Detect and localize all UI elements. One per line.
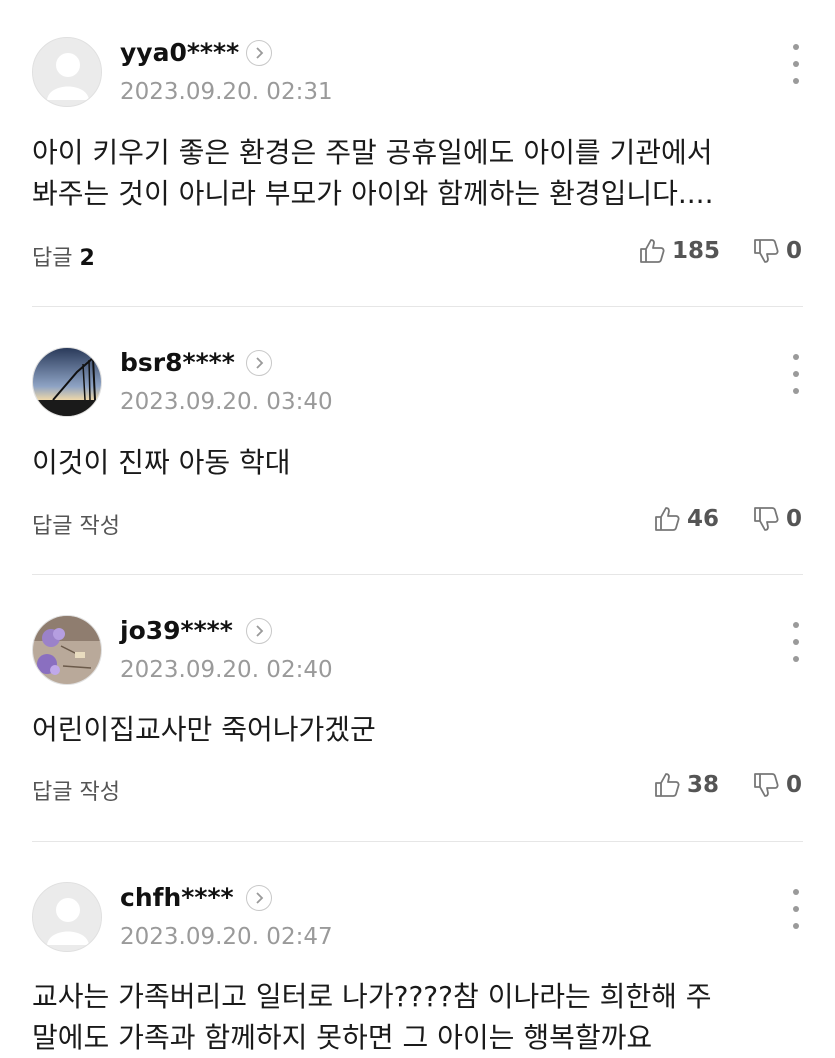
default-avatar-icon (33, 38, 101, 106)
thumbs-up-icon (655, 773, 680, 797)
avatar[interactable] (32, 615, 102, 685)
dislike-button[interactable]: 0 (752, 237, 802, 265)
reply-button[interactable]: 답글 작성 (32, 508, 120, 540)
dislike-count: 0 (786, 772, 803, 798)
comment-text-line: 봐주는 것이 아니라 부모가 아이와 함께하는 환경입니다.... (32, 177, 714, 210)
thumbs-down-icon (754, 239, 779, 263)
dislike-count: 0 (786, 506, 803, 532)
chevron-right-icon[interactable] (246, 40, 272, 66)
reply-label: 답글 작성 (32, 514, 120, 539)
comment-item: bsr8**** 2023.09.20. 03:40 이것이 진짜 아동 학대 … (0, 310, 835, 578)
comment-text: 교사는 가족버리고 일터로 나가????참 이나라는 희한해 주 말에도 가족과… (32, 976, 795, 1058)
thumbs-up-icon (655, 507, 680, 531)
sunset-photo-avatar-icon (33, 348, 101, 416)
username[interactable]: chfh**** (120, 883, 234, 912)
comment-item: yya0**** 2023.09.20. 02:31 아이 키우기 좋은 환경은… (0, 0, 835, 310)
like-count: 38 (687, 772, 720, 798)
like-button[interactable]: 46 (653, 505, 719, 533)
more-vertical-icon[interactable] (788, 44, 804, 84)
thumbs-down-icon (754, 773, 779, 797)
reply-button[interactable]: 답글 작성 (32, 774, 120, 806)
comment-text: 어린이집교사만 죽어나가겠군 (32, 709, 795, 750)
avatar[interactable] (32, 347, 102, 417)
comment-text-line: 어린이집교사만 죽어나가겠군 (32, 713, 376, 746)
chevron-right-icon[interactable] (246, 618, 272, 644)
comment-text-line: 말에도 가족과 함께하지 못하면 그 아이는 행복할까요 (32, 1021, 653, 1054)
comment-item: jo39**** 2023.09.20. 02:40 어린이집교사만 죽어나가겠… (0, 578, 835, 845)
more-vertical-icon[interactable] (788, 354, 804, 394)
like-count: 185 (672, 238, 721, 264)
chevron-right-icon[interactable] (246, 885, 272, 911)
reply-label: 답글 (32, 246, 73, 271)
divider (32, 841, 803, 842)
reply-label: 답글 작성 (32, 780, 120, 805)
flower-photo-avatar-icon (33, 616, 101, 684)
comment-date: 2023.09.20. 03:40 (120, 389, 333, 415)
reply-count: 2 (79, 246, 95, 271)
username[interactable]: jo39**** (120, 616, 233, 645)
comment-text: 아이 키우기 좋은 환경은 주말 공휴일에도 아이를 기관에서 봐주는 것이 아… (32, 132, 795, 214)
comment-item: chfh**** 2023.09.20. 02:47 교사는 가족버리고 일터로… (0, 845, 835, 1055)
divider (32, 574, 803, 575)
divider (32, 306, 803, 307)
avatar[interactable] (32, 882, 102, 952)
dislike-count: 0 (786, 238, 803, 264)
thumbs-up-icon (640, 239, 665, 263)
comment-text-line: 이것이 진짜 아동 학대 (32, 446, 291, 479)
comment-text: 이것이 진짜 아동 학대 (32, 442, 795, 483)
comment-text-line: 아이 키우기 좋은 환경은 주말 공휴일에도 아이를 기관에서 (32, 136, 713, 169)
more-vertical-icon[interactable] (788, 889, 804, 929)
reply-button[interactable]: 답글 2 (32, 240, 95, 272)
dislike-button[interactable]: 0 (752, 505, 802, 533)
comment-text-line: 교사는 가족버리고 일터로 나가????참 이나라는 희한해 주 (32, 980, 712, 1013)
thumbs-down-icon (754, 507, 779, 531)
like-button[interactable]: 38 (653, 771, 719, 799)
comment-date: 2023.09.20. 02:40 (120, 657, 333, 683)
comment-date: 2023.09.20. 02:47 (120, 924, 333, 950)
like-count: 46 (687, 506, 720, 532)
comment-date: 2023.09.20. 02:31 (120, 79, 333, 105)
username[interactable]: yya0**** (120, 38, 239, 67)
dislike-button[interactable]: 0 (752, 771, 802, 799)
default-avatar-icon (33, 883, 101, 951)
more-vertical-icon[interactable] (788, 622, 804, 662)
username[interactable]: bsr8**** (120, 348, 235, 377)
avatar[interactable] (32, 37, 102, 107)
like-button[interactable]: 185 (638, 237, 720, 265)
chevron-right-icon[interactable] (246, 350, 272, 376)
